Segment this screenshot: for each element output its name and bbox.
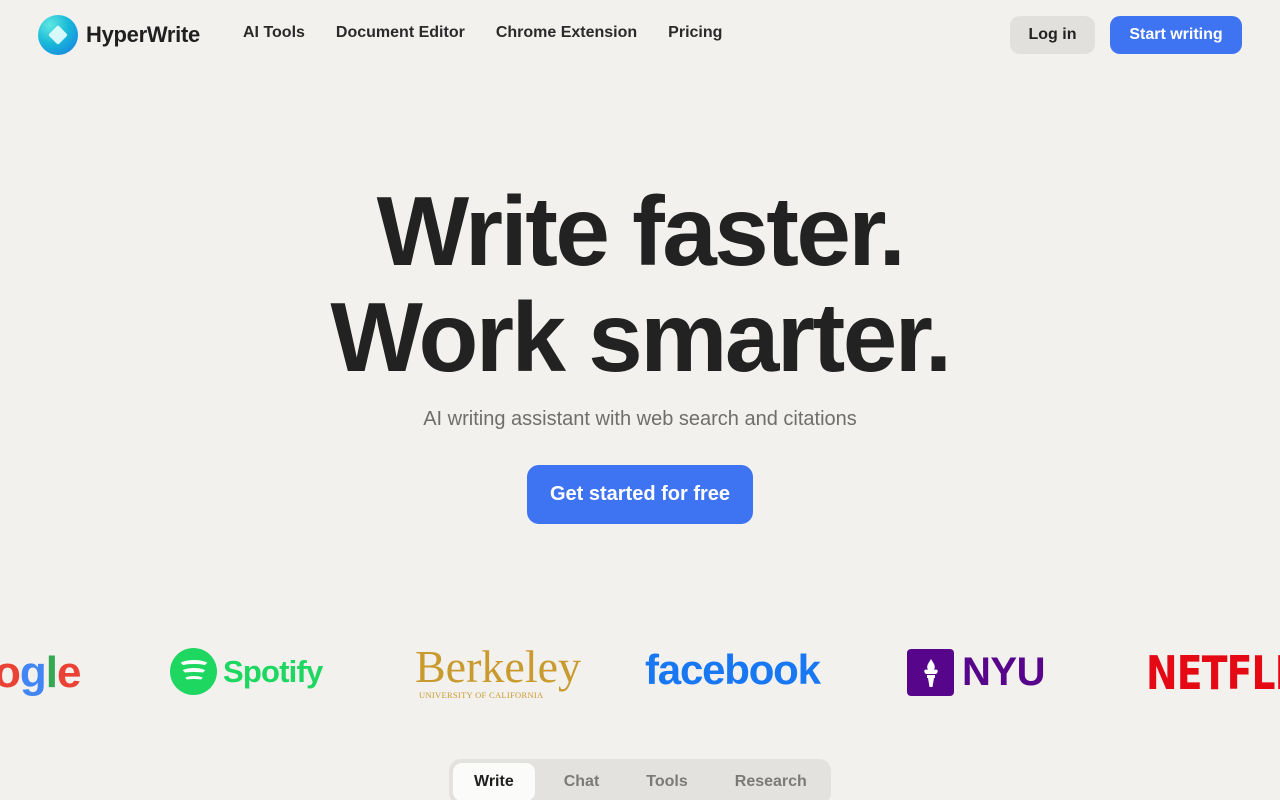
netflix-logo: NETFLIX	[1146, 646, 1280, 700]
hyperwrite-logo-icon	[38, 15, 78, 55]
nav-chrome-extension[interactable]: Chrome Extension	[496, 24, 637, 42]
nyu-logo: NYU	[907, 649, 1045, 696]
facebook-logo: facebook	[645, 646, 821, 693]
tab-tools[interactable]: Tools	[625, 763, 708, 800]
nav-pricing[interactable]: Pricing	[668, 24, 722, 42]
start-writing-button[interactable]: Start writing	[1110, 16, 1242, 54]
customer-logos-strip: ogle Spotify Berkeley UNIVERSITY OF CALI…	[0, 640, 1280, 704]
hero-title: Write faster. Work smarter.	[0, 178, 1280, 390]
brand-name: HyperWrite	[86, 22, 200, 47]
hero-title-line-1: Write faster.	[376, 176, 906, 286]
tab-write[interactable]: Write	[453, 763, 535, 800]
spotify-icon	[170, 648, 217, 695]
brand-logo-link[interactable]: HyperWrite	[38, 15, 200, 55]
berkeley-logo: Berkeley UNIVERSITY OF CALIFORNIA	[415, 641, 582, 701]
nav-ai-tools[interactable]: AI Tools	[243, 24, 305, 42]
tab-chat[interactable]: Chat	[540, 763, 624, 800]
nyu-torch-icon	[907, 649, 954, 696]
spotify-logo: Spotify	[170, 648, 323, 695]
login-button[interactable]: Log in	[1010, 16, 1095, 54]
top-navbar: HyperWrite AI Tools Document Editor Chro…	[0, 0, 1280, 68]
google-logo: ogle	[0, 648, 82, 697]
feature-tabs: Write Chat Tools Research	[449, 759, 831, 800]
main-nav: AI Tools Document Editor Chrome Extensio…	[243, 24, 722, 42]
tab-research[interactable]: Research	[713, 763, 829, 800]
hero-subtitle: AI writing assistant with web search and…	[423, 408, 857, 430]
get-started-button[interactable]: Get started for free	[527, 465, 753, 524]
nav-document-editor[interactable]: Document Editor	[336, 24, 465, 42]
hero-title-line-2: Work smarter.	[330, 282, 952, 392]
